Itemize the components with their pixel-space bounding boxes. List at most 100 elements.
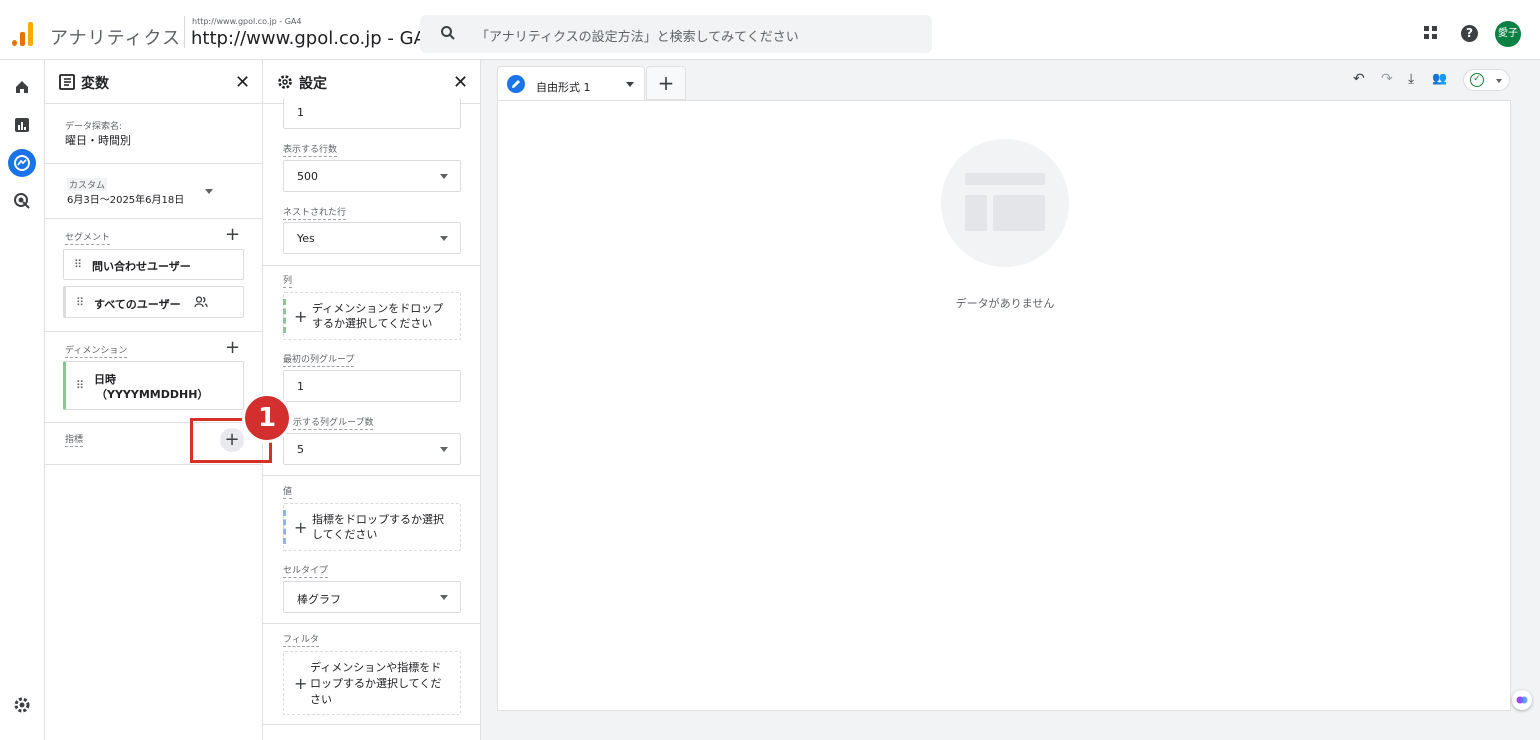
no-data-message: データがありません	[955, 297, 1055, 310]
segment-chip[interactable]: ⠿ すべてのユーザー	[63, 286, 244, 318]
download-icon[interactable]: ⤓	[1408, 71, 1414, 87]
chevron-down-icon	[440, 595, 448, 600]
settings-icon	[278, 75, 292, 89]
drag-handle-icon[interactable]: ⠿	[74, 258, 82, 271]
step-badge: 1	[242, 393, 292, 443]
divider	[263, 623, 480, 624]
dimension-chip[interactable]: ⠿ 日時 （YYYYMMDDHH）	[63, 361, 244, 410]
app-name: アナリティクス	[50, 28, 182, 49]
chevron-down-icon[interactable]	[626, 82, 634, 87]
share-users-icon[interactable]: 👥	[1432, 71, 1447, 85]
variables-icon	[59, 74, 75, 90]
exploration-name-label: データ探索名:	[65, 122, 123, 132]
apps-grid-icon[interactable]	[1424, 26, 1438, 40]
divider	[263, 265, 480, 266]
chevron-down-icon	[440, 174, 448, 179]
chevron-down-icon	[1496, 79, 1502, 83]
variables-panel: 変数 ✕ データ探索名: 曜日・時間別 カスタム 6月3日〜2025年6月18日…	[45, 60, 263, 740]
cell-type-label: セルタイプ	[283, 563, 329, 578]
tab-label: 自由形式 1	[536, 81, 591, 94]
filter-drop-zone[interactable]: + ディメンションや指標をド ロップするか選択してくだ さい	[283, 651, 461, 715]
check-circle-icon: ✓	[1470, 73, 1484, 87]
divider	[263, 475, 480, 476]
rows-select[interactable]: 500	[283, 160, 461, 192]
redo-icon[interactable]: ↷	[1381, 71, 1393, 87]
dimension-label: 日時	[94, 373, 116, 386]
dimension-label-format: （YYYYMMDDHH）	[96, 388, 209, 401]
drop-zone-accent	[283, 510, 286, 544]
chevron-down-icon	[440, 236, 448, 241]
segments-label: セグメント	[65, 230, 111, 245]
segment-label: すべてのユーザー	[94, 298, 181, 311]
reports-icon[interactable]	[13, 116, 31, 134]
filter-label: フィルタ	[283, 632, 319, 647]
add-tab-button[interactable]: +	[646, 66, 686, 100]
values-drop-zone[interactable]: + 指標をドロップするか選択 してください	[283, 503, 461, 551]
divider	[263, 724, 480, 725]
first-column-group-field[interactable]: 1	[283, 370, 461, 402]
add-icon: +	[294, 307, 308, 326]
analytics-logo[interactable]	[12, 22, 34, 46]
filter-drop-text: さい	[310, 693, 332, 706]
drag-handle-icon[interactable]: ⠿	[76, 296, 84, 309]
add-dimension-button[interactable]: +	[225, 339, 240, 357]
rows-value: 500	[297, 170, 318, 183]
left-navigation	[0, 60, 45, 740]
undo-icon[interactable]: ↶	[1353, 71, 1365, 87]
add-icon: +	[294, 518, 308, 537]
chevron-down-icon	[440, 447, 448, 452]
settings-gear-icon[interactable]	[13, 696, 31, 714]
divider	[45, 331, 262, 332]
columns-label: 列	[283, 273, 293, 288]
nested-rows-label: ネストされた行	[283, 205, 347, 220]
exploration-name-input[interactable]: 曜日・時間別	[65, 132, 131, 148]
segment-chip[interactable]: ⠿ 問い合わせユーザー	[63, 249, 244, 280]
nested-rows-value: Yes	[297, 232, 315, 245]
property-url-small[interactable]: http://www.gpol.co.jp - GA4	[192, 17, 302, 26]
settings-title: 設定	[299, 76, 327, 92]
divider	[45, 218, 262, 219]
column-group-count-select[interactable]: 5	[283, 433, 461, 465]
close-settings-button[interactable]: ✕	[453, 72, 468, 93]
rows-label: 表示する行数	[283, 142, 338, 157]
cell-type-select[interactable]: 棒グラフ	[283, 581, 461, 613]
tab-freeform-1[interactable]: 自由形式 1	[497, 66, 645, 100]
values-label: 値	[283, 484, 293, 499]
empty-table-illustration-icon	[941, 139, 1069, 267]
values-drop-text: してください	[312, 528, 378, 541]
values-drop-text: 指標をドロップするか選択	[312, 513, 444, 526]
nested-rows-select[interactable]: Yes	[283, 222, 461, 254]
property-selector[interactable]: http://www.gpol.co.jp - GA4	[191, 28, 437, 49]
date-range-selector[interactable]: 6月3日〜2025年6月18日	[67, 191, 184, 206]
edit-pencil-icon	[507, 75, 525, 93]
column-group-count-label: 示する列グループ数	[293, 415, 374, 430]
status-dropdown[interactable]: ✓	[1463, 69, 1510, 91]
advertising-icon[interactable]	[13, 192, 31, 210]
date-dropdown-icon[interactable]	[205, 189, 213, 194]
date-preset-label: カスタム	[67, 178, 108, 191]
add-segment-button[interactable]: +	[225, 226, 240, 244]
close-variables-button[interactable]: ✕	[235, 72, 250, 93]
first-column-group-value: 1	[297, 380, 304, 393]
divider	[184, 16, 185, 48]
top-value: 1	[297, 106, 304, 119]
dimensions-label: ディメンション	[65, 343, 128, 358]
segment-label: 問い合わせユーザー	[92, 260, 191, 273]
add-icon: +	[294, 674, 308, 693]
search-icon	[441, 26, 455, 40]
filter-drop-text: ディメンションや指標をド	[310, 661, 442, 674]
top-value-field[interactable]: 1	[283, 98, 461, 129]
first-column-group-label: 最初の列グループ	[283, 352, 355, 367]
cell-type-value: 棒グラフ	[297, 593, 341, 606]
search-placeholder: 「アナリティクスの設定方法」と検索してみてください	[476, 30, 799, 45]
columns-drop-zone[interactable]: + ディメンションをドロップ するか選択してください	[283, 292, 461, 340]
divider	[45, 163, 262, 164]
help-icon[interactable]: ?	[1461, 25, 1478, 42]
filter-drop-text: ロップするか選択してくだ	[310, 677, 442, 690]
home-icon[interactable]	[13, 78, 31, 96]
assistant-icon[interactable]	[1512, 690, 1532, 710]
explore-icon[interactable]	[8, 149, 36, 177]
avatar[interactable]: 愛子	[1495, 21, 1521, 47]
search-bar[interactable]: 「アナリティクスの設定方法」と検索してみてください	[420, 15, 932, 53]
drag-handle-icon[interactable]: ⠿	[76, 379, 84, 392]
